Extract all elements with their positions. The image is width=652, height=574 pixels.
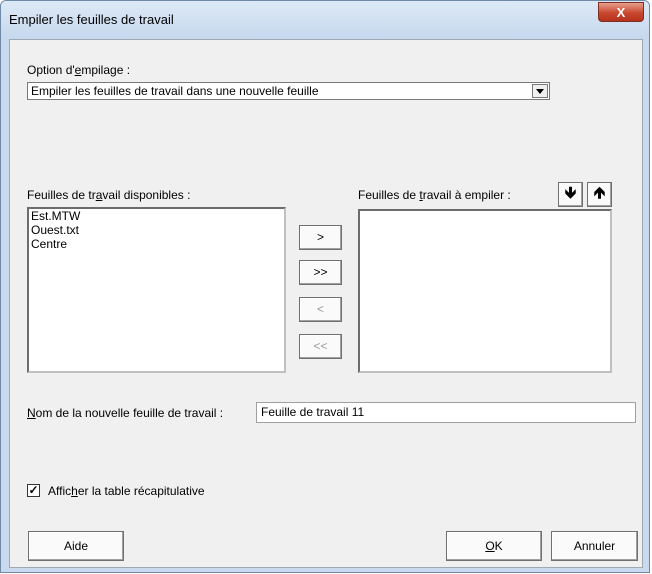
- dialog-title: Empiler les feuilles de travail: [9, 12, 174, 27]
- summary-checkbox[interactable]: ✓: [27, 484, 40, 497]
- move-down-button[interactable]: 🡻: [558, 182, 583, 207]
- stack-option-select[interactable]: Empiler les feuilles de travail dans une…: [27, 82, 550, 100]
- ok-button[interactable]: OK: [446, 531, 542, 561]
- list-item[interactable]: Est.MTW: [29, 209, 284, 223]
- move-up-button[interactable]: 🡹: [587, 182, 612, 207]
- summary-checkbox-label: Afficher la table récapitulative: [48, 484, 205, 498]
- stack-option-label: Option d'empilage :: [27, 63, 131, 77]
- remove-selected-button[interactable]: <: [299, 297, 342, 322]
- available-sheets-list[interactable]: Est.MTW Ouest.txt Centre: [27, 207, 286, 373]
- list-item[interactable]: Centre: [29, 237, 284, 251]
- help-button[interactable]: Aide: [28, 531, 124, 561]
- new-sheet-name-label: Nom de la nouvelle feuille de travail :: [27, 406, 224, 420]
- add-selected-button[interactable]: >: [299, 225, 342, 250]
- add-all-button[interactable]: >>: [299, 260, 342, 285]
- available-sheets-label: Feuilles de travail disponibles :: [27, 188, 191, 202]
- remove-all-button[interactable]: <<: [299, 334, 342, 359]
- stack-sheets-list[interactable]: [358, 209, 612, 373]
- close-button[interactable]: X: [598, 2, 644, 22]
- list-item[interactable]: Ouest.txt: [29, 223, 284, 237]
- stack-sheets-label: Feuilles de travail à empiler :: [358, 188, 511, 202]
- title-bar: Empiler les feuilles de travail X: [1, 1, 649, 39]
- close-icon: X: [616, 5, 626, 20]
- new-sheet-name-input[interactable]: Feuille de travail 11: [256, 402, 636, 423]
- cancel-button[interactable]: Annuler: [551, 531, 638, 561]
- arrow-up-icon: 🡹: [593, 185, 606, 202]
- chevron-down-icon[interactable]: [532, 84, 548, 98]
- arrow-down-icon: 🡻: [564, 185, 577, 202]
- stack-option-value: Empiler les feuilles de travail dans une…: [31, 84, 319, 98]
